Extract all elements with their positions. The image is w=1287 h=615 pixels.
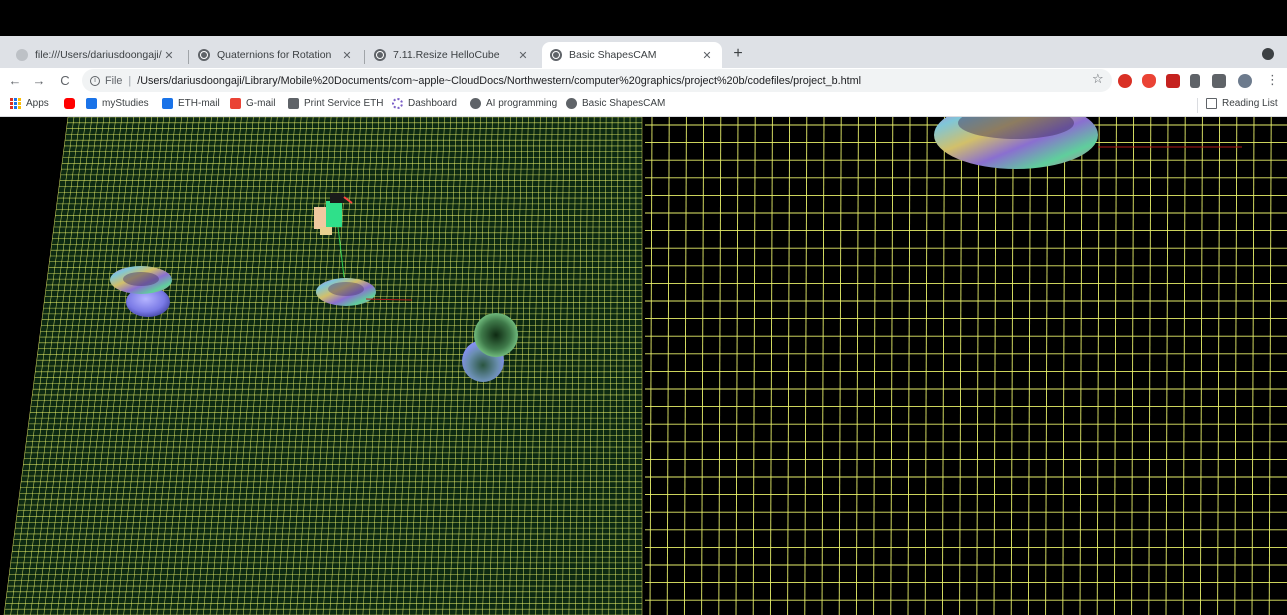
globe-icon bbox=[198, 49, 210, 61]
shield-icon[interactable] bbox=[1142, 74, 1156, 88]
tab-title: Basic ShapesCAM bbox=[569, 49, 657, 61]
tab-resize-hellocube[interactable]: 7.11.Resize HelloCube ✕ bbox=[366, 42, 538, 68]
building-icon bbox=[86, 98, 97, 109]
tab-file[interactable]: file:///Users/dariusdoongaji/Libr ✕ bbox=[8, 42, 184, 68]
bookmark-label: Dashboard bbox=[408, 98, 457, 109]
tab-separator bbox=[188, 50, 189, 64]
tab-title: file:///Users/dariusdoongaji/Libr bbox=[35, 49, 162, 61]
globe-icon bbox=[374, 49, 386, 61]
tab-basic-shapescam[interactable]: Basic ShapesCAM ✕ bbox=[542, 42, 722, 68]
globe-icon bbox=[550, 49, 562, 61]
back-button[interactable]: ← bbox=[6, 72, 24, 90]
menu-icon[interactable]: ⋮ bbox=[1266, 72, 1279, 88]
ground-grid-right bbox=[645, 117, 1287, 615]
bookmark-eth-mail[interactable]: ETH-mail bbox=[162, 98, 220, 109]
gmail-icon bbox=[230, 98, 241, 109]
screen-top-bar bbox=[0, 0, 1287, 36]
new-tab-button[interactable]: + bbox=[728, 44, 748, 64]
bookmark-label: G-mail bbox=[246, 98, 276, 109]
ground-grid-left bbox=[3, 117, 643, 615]
avatar[interactable] bbox=[1238, 74, 1252, 88]
reading-list-icon bbox=[1206, 98, 1217, 109]
bookmark-gmail[interactable]: G-mail bbox=[230, 98, 275, 109]
info-icon[interactable]: i bbox=[90, 75, 100, 86]
address-bar[interactable]: i File | /Users/dariusdoongaji/Library/M… bbox=[82, 69, 1112, 92]
bookmark-dashboard[interactable]: Dashboard bbox=[392, 98, 457, 109]
globe-icon bbox=[566, 98, 577, 109]
globe-icon bbox=[470, 98, 481, 109]
bookmark-print-service[interactable]: Print Service ETH bbox=[288, 98, 383, 109]
bookmark-label: ETH-mail bbox=[178, 98, 220, 109]
reading-list-button[interactable]: Reading List bbox=[1206, 98, 1278, 109]
close-icon[interactable]: ✕ bbox=[340, 49, 354, 62]
arrow-extension-icon[interactable] bbox=[1166, 74, 1180, 88]
bookmark-label: Apps bbox=[26, 98, 49, 109]
tab-quaternions[interactable]: Quaternions for Rotation ✕ bbox=[190, 42, 362, 68]
forward-button[interactable]: → bbox=[30, 72, 48, 90]
address-divider: | bbox=[128, 74, 132, 87]
youtube-icon bbox=[64, 98, 75, 109]
bookmark-youtube[interactable] bbox=[64, 98, 80, 109]
browser-toolbar: ← → C i File | /Users/dariusdoongaji/Lib… bbox=[0, 68, 1287, 94]
bookmark-star-icon[interactable]: ☆ bbox=[1092, 71, 1104, 87]
puzzle-icon[interactable] bbox=[1212, 74, 1226, 88]
close-icon[interactable]: ✕ bbox=[516, 49, 530, 62]
bookmark-label: Reading List bbox=[1222, 98, 1278, 109]
close-icon[interactable]: ✕ bbox=[700, 49, 714, 62]
adblock-icon[interactable] bbox=[1118, 74, 1132, 88]
printer-icon bbox=[288, 98, 299, 109]
bookmark-mystudies[interactable]: myStudies bbox=[86, 98, 149, 109]
reload-button[interactable]: C bbox=[56, 72, 74, 90]
tab-title: Quaternions for Rotation bbox=[217, 49, 332, 61]
paint-roller-icon[interactable] bbox=[1190, 74, 1200, 88]
close-icon[interactable]: ✕ bbox=[162, 49, 176, 62]
bookmark-apps[interactable]: Apps bbox=[10, 98, 49, 109]
tab-search-icon[interactable] bbox=[1262, 48, 1274, 60]
tab-strip: file:///Users/dariusdoongaji/Libr ✕ Quat… bbox=[0, 36, 1287, 68]
url-text: /Users/dariusdoongaji/Library/Mobile%20D… bbox=[137, 74, 861, 87]
webgl-canvas[interactable] bbox=[0, 117, 1287, 615]
building-icon bbox=[162, 98, 173, 109]
bookmark-label: Basic ShapesCAM bbox=[582, 98, 666, 109]
bookmark-label: AI programming bbox=[486, 98, 558, 109]
tab-separator bbox=[364, 50, 365, 64]
bookmarks-separator bbox=[1197, 98, 1198, 113]
bookmark-label: Print Service ETH bbox=[304, 98, 384, 109]
scheme-label: File bbox=[105, 74, 123, 87]
bookmark-basic-shapescam[interactable]: Basic ShapesCAM bbox=[566, 98, 665, 109]
file-icon bbox=[16, 49, 28, 61]
bookmark-ai-programming[interactable]: AI programming bbox=[470, 98, 557, 109]
scene-render bbox=[3, 117, 1287, 615]
bookmark-label: myStudies bbox=[102, 98, 149, 109]
tab-title: 7.11.Resize HelloCube bbox=[393, 49, 500, 61]
apps-grid-icon bbox=[10, 98, 21, 109]
dashboard-icon bbox=[392, 98, 403, 109]
bookmarks-bar: Apps myStudies ETH-mail G-mail Print Ser… bbox=[0, 94, 1287, 117]
